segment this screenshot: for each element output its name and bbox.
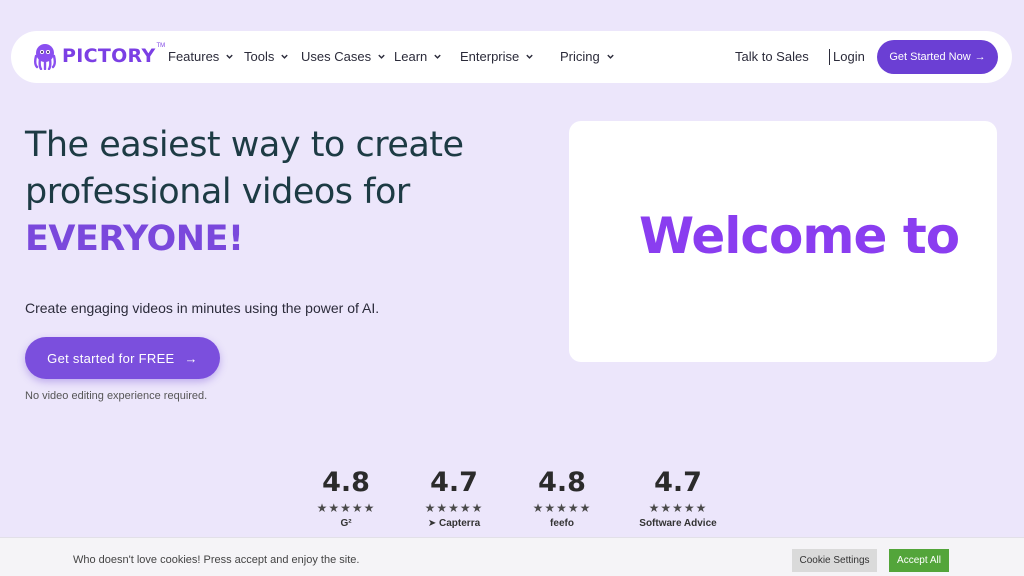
hero-subtitle: Create engaging videos in minutes using … — [25, 300, 380, 316]
cookie-settings-button[interactable]: Cookie Settings — [792, 549, 877, 572]
feefo-logo: feefo — [550, 518, 574, 529]
rating-stars: ★★★★★ — [532, 501, 592, 515]
logo-trademark: TM — [156, 43, 166, 49]
capterra-logo: ➤ Capterra — [404, 518, 504, 529]
rating-stars: ★★★★★ — [316, 501, 376, 515]
get-started-now-button[interactable]: Get Started Now → — [877, 40, 998, 74]
nav-tools-label: Tools — [244, 49, 275, 64]
nav-enterprise[interactable]: Enterprise — [460, 49, 534, 64]
hero-title-line2: professional videos for — [25, 172, 410, 212]
octopus-logo-icon — [34, 44, 56, 70]
rating-score: 4.8 — [322, 467, 370, 498]
rating-stars: ★★★★★ — [424, 501, 484, 515]
chevron-down-icon — [607, 54, 614, 59]
nav-use-cases[interactable]: Uses Cases — [301, 49, 386, 64]
chevron-down-icon — [226, 54, 234, 59]
chevron-down-icon — [434, 54, 441, 59]
cookie-banner: Who doesn't love cookies! Press accept a… — [0, 537, 1024, 576]
hero-title: The easiest way to create professional v… — [25, 122, 545, 263]
nav-enterprise-label: Enterprise — [460, 49, 520, 64]
nav-learn-label: Learn — [394, 49, 428, 64]
nav-features[interactable]: Features — [168, 49, 234, 64]
pictory-logo[interactable]: PICTORY TM — [31, 42, 165, 70]
nav-use-cases-label: Uses Cases — [301, 49, 372, 64]
rating-software-advice: 4.7 ★★★★★ Software Advice — [628, 466, 728, 529]
get-started-free-button[interactable]: Get started for FREE → — [25, 337, 220, 379]
cookie-message: Who doesn't love cookies! Press accept a… — [73, 554, 360, 566]
hero-video-player[interactable]: Welcome to — [569, 121, 997, 362]
rating-score: 4.7 — [654, 467, 702, 498]
software-advice-logo: Software Advice — [639, 518, 717, 529]
arrow-right-icon: → — [184, 350, 198, 366]
nav-features-label: Features — [168, 49, 220, 64]
hero-title-accent: EVERYONE! — [25, 219, 244, 259]
nav-pricing-label: Pricing — [560, 49, 600, 64]
rating-score: 4.8 — [538, 467, 586, 498]
video-welcome-text: Welcome to — [639, 207, 960, 265]
login-link[interactable]: Login — [833, 49, 865, 64]
hero-note: No video editing experience required. — [25, 390, 208, 402]
chevron-down-icon — [281, 54, 289, 59]
rating-g2: 4.8 ★★★★★ G² — [296, 466, 396, 529]
capterra-arrow-icon: ➤ — [427, 518, 437, 529]
rating-score: 4.7 — [430, 467, 478, 498]
chevron-down-icon — [378, 54, 385, 59]
nav-divider — [829, 49, 830, 65]
arrow-right-icon: → — [974, 51, 986, 63]
rating-stars: ★★★★★ — [648, 501, 708, 515]
g2-logo: G² — [340, 518, 352, 529]
talk-to-sales-link[interactable]: Talk to Sales — [735, 49, 809, 64]
rating-capterra: 4.7 ★★★★★ ➤ Capterra — [404, 466, 504, 529]
rating-feefo: 4.8 ★★★★★ feefo — [512, 466, 612, 529]
top-navbar: PICTORY TM Features Tools Uses Cases Lea… — [11, 31, 1012, 83]
accept-all-button[interactable]: Accept All — [889, 549, 949, 572]
chevron-down-icon — [526, 54, 533, 59]
nav-pricing[interactable]: Pricing — [560, 49, 615, 64]
capterra-label: Capterra — [439, 518, 481, 529]
get-started-now-label: Get Started Now — [889, 51, 971, 63]
hero-title-line1: The easiest way to create — [25, 125, 464, 165]
logo-text: PICTORY — [62, 45, 156, 67]
nav-tools[interactable]: Tools — [244, 49, 289, 64]
nav-learn[interactable]: Learn — [394, 49, 442, 64]
get-started-free-label: Get started for FREE — [47, 350, 175, 366]
